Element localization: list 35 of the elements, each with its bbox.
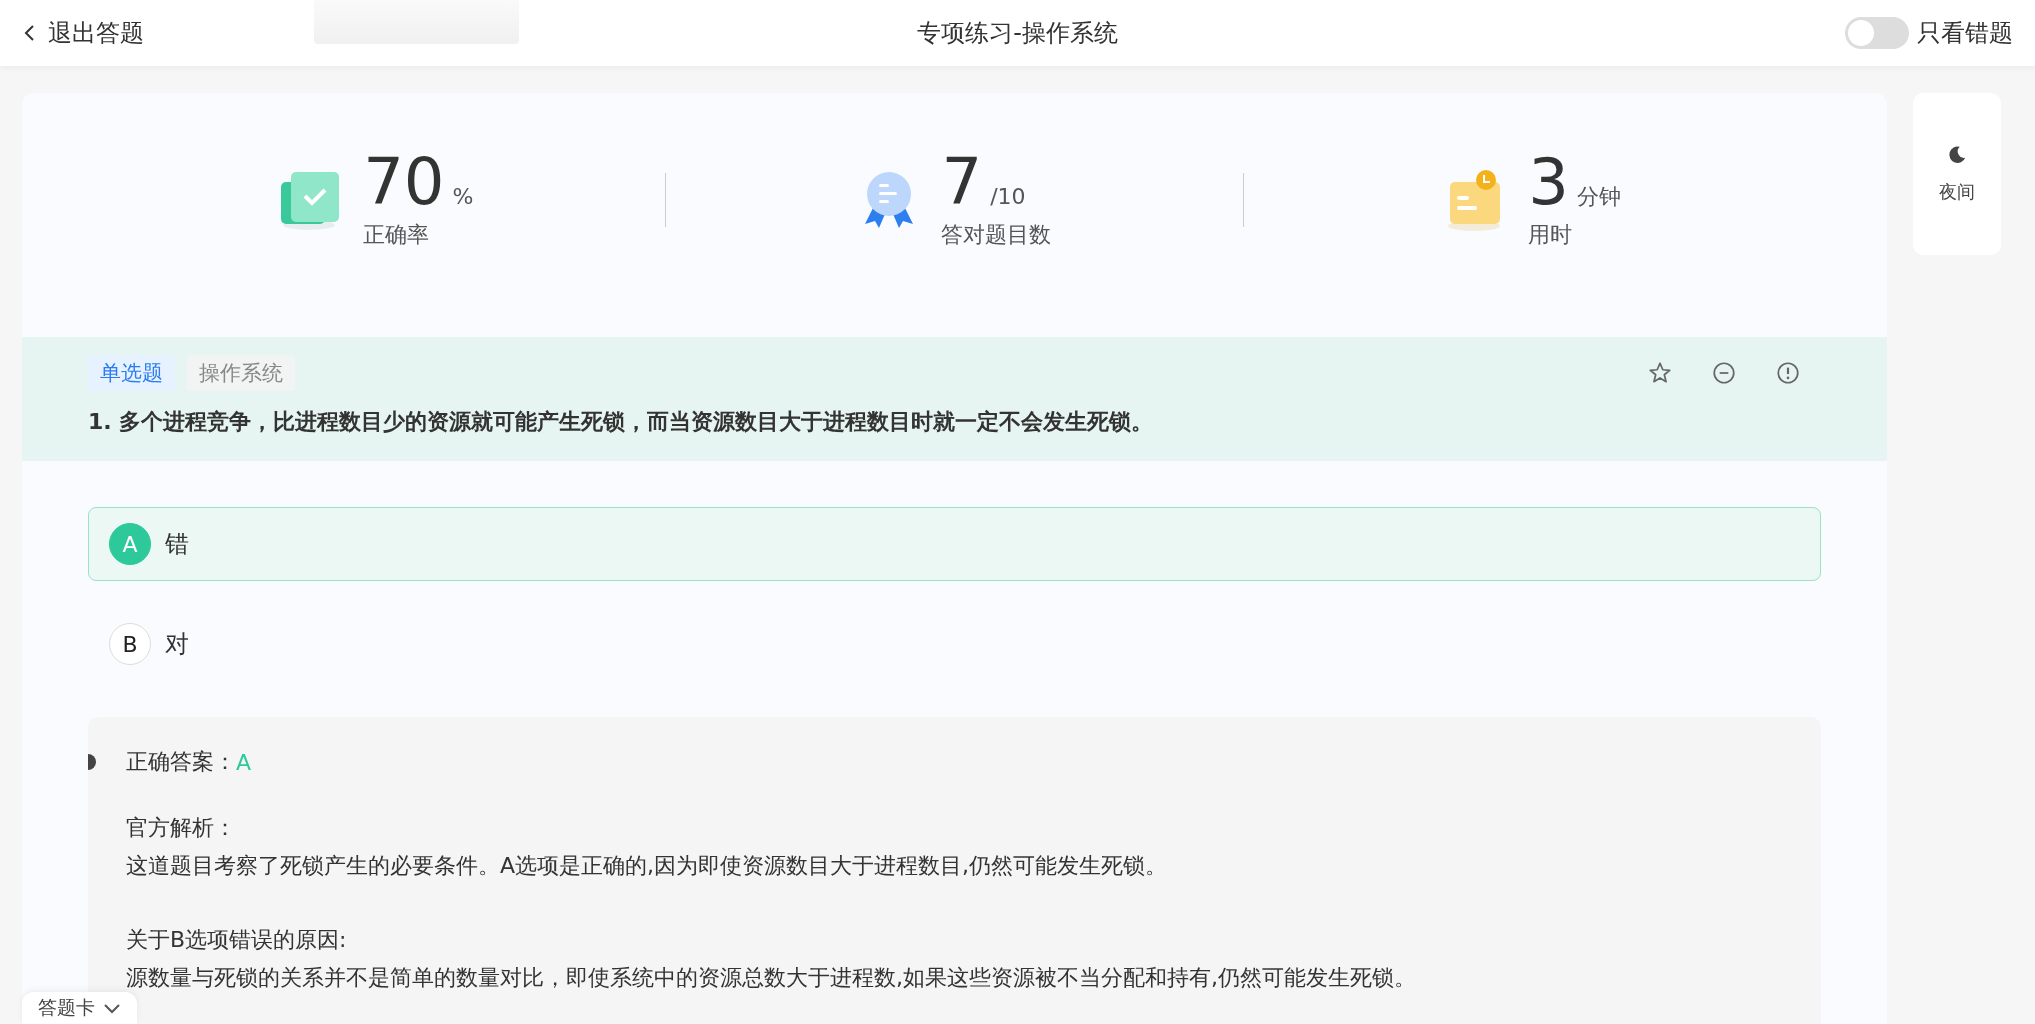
night-mode-button[interactable]: 夜间 <box>1913 93 2001 255</box>
report-icon[interactable] <box>1775 360 1801 386</box>
answer-option[interactable]: B 对 <box>88 607 1821 681</box>
stat-label: 正确率 <box>363 221 430 249</box>
toggle-label: 只看错题 <box>1917 18 2013 49</box>
option-text: 错 <box>165 529 189 560</box>
question-text: 1. 多个进程竞争，比进程数目少的资源就可能产生死锁，而当资源数目大于进程数目时就一定不会发生死锁。 <box>88 408 1155 436</box>
option-letter: B <box>109 623 151 665</box>
page-title: 专项练习-操作系统 <box>917 18 1118 49</box>
stat-label: 用时 <box>1528 221 1573 249</box>
answer-label: 正确答案： <box>126 748 236 776</box>
stat-value: 7 <box>941 150 983 214</box>
minus-circle-icon[interactable] <box>1711 360 1737 386</box>
answer-option[interactable]: A 错 <box>88 507 1821 581</box>
stat-value: 3 <box>1528 150 1570 214</box>
question-tag: 操作系统 <box>187 355 295 391</box>
chevron-down-icon <box>103 1002 121 1014</box>
stat-unit: % <box>452 184 474 209</box>
analysis-text: 源数量与死锁的关系并不是简单的数量对比，即使系统中的资源总数大于进程数,如果这些资源被不当分配和持有,仍然可能发生死锁。 <box>126 964 1417 992</box>
option-text: 对 <box>165 629 189 660</box>
analysis-text: 这道题目考察了死锁产生的必要条件。A选项是正确的,因为即使资源数目大于进程数目,仍然可能发生死锁。 <box>126 852 1169 880</box>
stat-unit: 分钟 <box>1577 183 1622 211</box>
stat-value: 70 <box>363 150 445 214</box>
stat-label: 答对题目数 <box>941 221 1052 249</box>
answer-card-tab[interactable]: 答题卡 <box>22 992 137 1024</box>
analysis-title: 官方解析： <box>126 814 237 842</box>
bullet-marker <box>88 754 96 770</box>
option-letter: A <box>109 523 151 565</box>
moon-icon <box>1946 144 1968 166</box>
toggle-switch[interactable] <box>1845 17 1909 49</box>
analysis-text: 关于B选项错误的原因: <box>126 926 348 954</box>
answer-value: A <box>236 749 252 775</box>
stat-unit: /10 <box>990 184 1026 209</box>
back-button[interactable]: 退出答题 <box>22 17 144 49</box>
question-tag: 单选题 <box>88 355 175 391</box>
